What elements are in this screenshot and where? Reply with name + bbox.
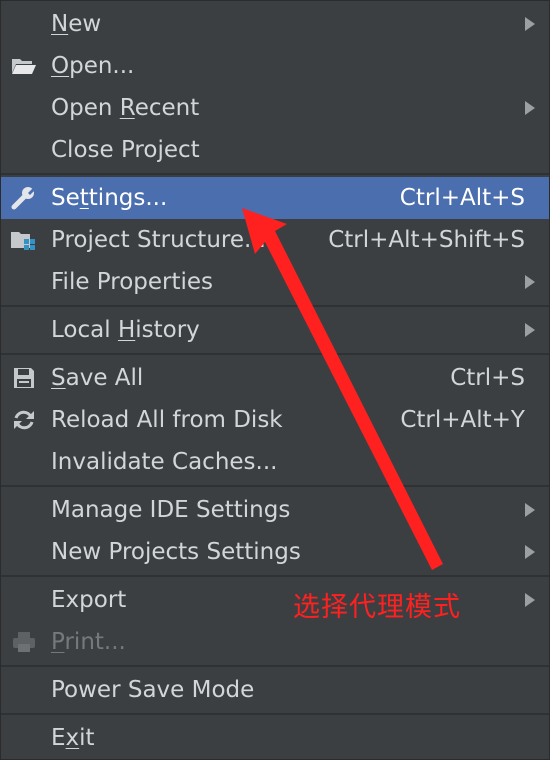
menu-item-label: New Projects Settings <box>51 539 301 565</box>
submenu-arrow-icon <box>525 503 535 517</box>
menu-item-close-project[interactable]: Close Project <box>1 129 549 171</box>
menu-item-new-projects-settings[interactable]: New Projects Settings <box>1 531 549 573</box>
submenu-arrow-icon <box>525 101 535 115</box>
menu-item-label: Power Save Mode <box>51 677 255 703</box>
menu-item-label: File Properties <box>51 269 214 295</box>
menu-separator <box>1 713 549 715</box>
menu-item-power-save-mode[interactable]: Power Save Mode <box>1 669 549 711</box>
menu-separator <box>1 173 549 175</box>
submenu-arrow-icon <box>525 275 535 289</box>
menu-item-label: Open Recent <box>51 95 200 121</box>
menu-item-label: New <box>51 11 102 37</box>
shortcut-label: Ctrl+Alt+Y <box>400 407 525 433</box>
save-icon <box>10 366 38 390</box>
menu-item-project-structure[interactable]: Project Structure... Ctrl+Alt+Shift+S <box>1 219 549 261</box>
menu-item-local-history[interactable]: Local History <box>1 309 549 351</box>
submenu-arrow-icon <box>525 323 535 337</box>
menu-item-label: Print... <box>51 629 126 655</box>
folder-open-icon <box>10 54 38 78</box>
menu-item-label: Export <box>51 587 127 613</box>
menu-item-settings[interactable]: Settings... Ctrl+Alt+S <box>1 177 549 219</box>
menu-item-manage-ide-settings[interactable]: Manage IDE Settings <box>1 489 549 531</box>
menu-item-new[interactable]: New <box>1 3 549 45</box>
menu-item-open-recent[interactable]: Open Recent <box>1 87 549 129</box>
reload-icon <box>10 408 38 432</box>
menu-item-invalidate-caches[interactable]: Invalidate Caches... <box>1 441 549 483</box>
menu-item-export[interactable]: Export <box>1 579 549 621</box>
menu-separator <box>1 665 549 667</box>
submenu-arrow-icon <box>525 593 535 607</box>
menu-item-label: Exit <box>51 725 95 751</box>
menu-item-label: Project Structure... <box>51 227 266 253</box>
project-structure-icon <box>10 228 38 252</box>
menu-item-open[interactable]: Open... <box>1 45 549 87</box>
menu-item-label: Reload All from Disk <box>51 407 283 433</box>
menu-item-label: Save All <box>51 365 144 391</box>
menu-item-label: Open... <box>51 53 135 79</box>
file-menu: New Open... Open Recent Close Project Se… <box>0 0 550 760</box>
menu-separator <box>1 485 549 487</box>
submenu-arrow-icon <box>525 17 535 31</box>
menu-item-label: Manage IDE Settings <box>51 497 291 523</box>
menu-item-print: Print... <box>1 621 549 663</box>
menu-separator <box>1 305 549 307</box>
menu-separator <box>1 353 549 355</box>
menu-item-reload-all[interactable]: Reload All from Disk Ctrl+Alt+Y <box>1 399 549 441</box>
print-icon <box>10 630 38 654</box>
menu-item-label: Close Project <box>51 137 200 163</box>
menu-item-save-all[interactable]: Save All Ctrl+S <box>1 357 549 399</box>
shortcut-label: Ctrl+S <box>450 365 525 391</box>
shortcut-label: Ctrl+Alt+Shift+S <box>328 227 525 253</box>
menu-item-label: Invalidate Caches... <box>51 449 278 475</box>
submenu-arrow-icon <box>525 545 535 559</box>
menu-item-label: Settings... <box>51 185 168 211</box>
menu-item-label: Local History <box>51 317 200 343</box>
menu-separator <box>1 575 549 577</box>
menu-item-exit[interactable]: Exit <box>1 717 549 759</box>
menu-item-file-properties[interactable]: File Properties <box>1 261 549 303</box>
annotation-label: 选择代理模式 <box>293 592 461 623</box>
wrench-icon <box>10 186 38 210</box>
shortcut-label: Ctrl+Alt+S <box>399 185 525 211</box>
